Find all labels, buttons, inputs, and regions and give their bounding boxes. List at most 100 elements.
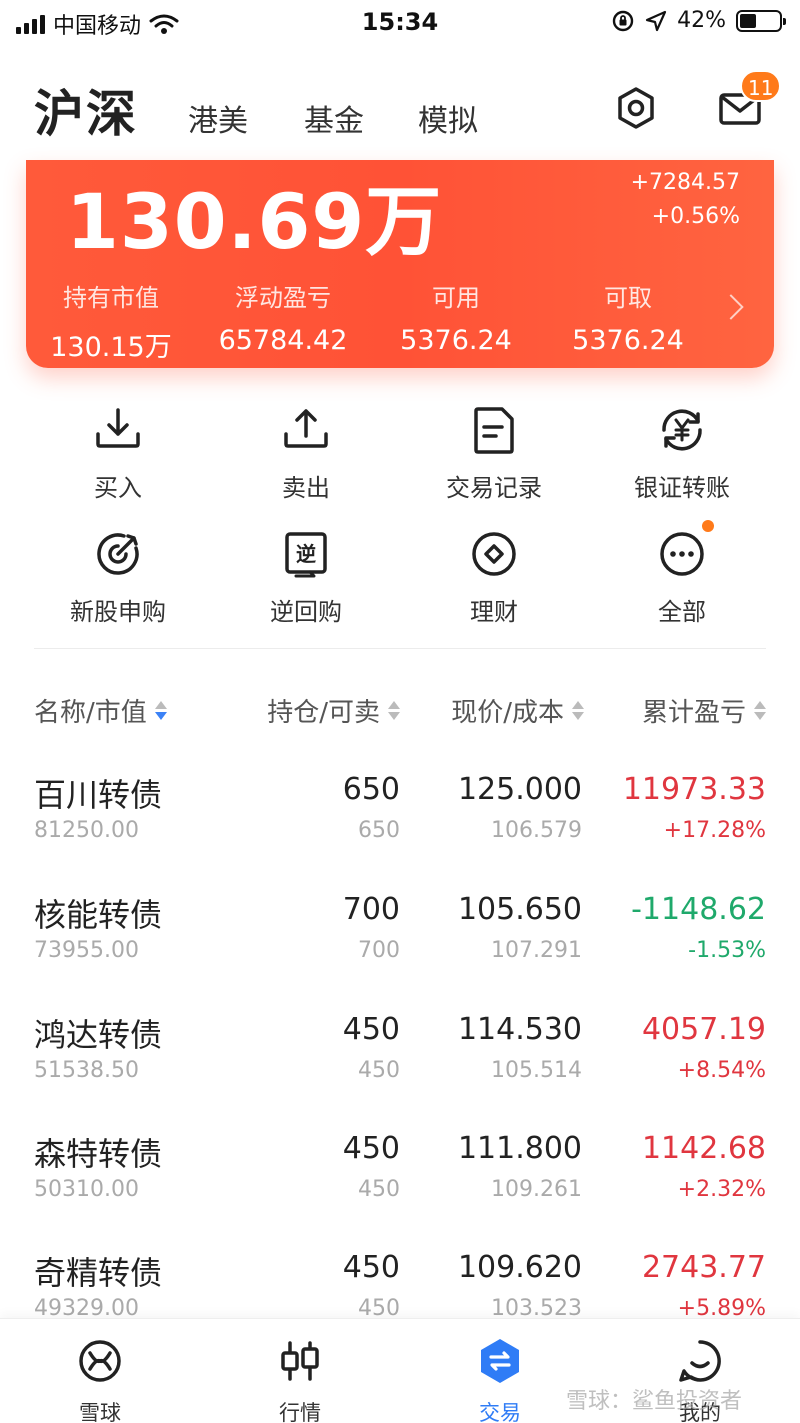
holding-sellable: 450 [358, 1058, 400, 1083]
action-reverse-repo[interactable]: 逆 逆回购 [212, 526, 400, 627]
chevron-right-icon[interactable] [718, 294, 744, 320]
today-pl-amount: +7284.57 [630, 170, 740, 195]
stat-available: 可用 5376.24 [371, 278, 541, 356]
stat-value: 130.15万 [50, 332, 172, 363]
top-header: 沪深 港美 基金 模拟 11 [0, 60, 800, 160]
holding-pl: -1148.62 [631, 892, 766, 927]
total-assets: 130.69万 [66, 177, 443, 266]
upload-tray-icon [284, 409, 328, 448]
column-header-position[interactable]: 持仓/可卖 [267, 692, 400, 729]
stat-floating-pl: 浮动盈亏 65784.42 [198, 278, 368, 356]
holding-price: 105.650 [457, 892, 582, 927]
column-header-label: 持仓/可卖 [267, 698, 380, 728]
action-ipo-subscription[interactable]: 新股申购 [24, 526, 212, 627]
location-arrow-icon [645, 10, 667, 31]
nav-snowball[interactable]: 雪球 [0, 1337, 200, 1423]
action-label: 理财 [470, 598, 518, 626]
more-dots-icon [660, 532, 704, 576]
snowball-icon [79, 1340, 121, 1382]
holding-cost: 105.514 [491, 1058, 582, 1083]
holding-price: 125.000 [457, 772, 582, 807]
column-header-label: 现价/成本 [451, 698, 564, 728]
notification-dot [702, 520, 714, 532]
action-label: 银证转账 [634, 474, 730, 502]
nav-label: 雪球 [79, 1401, 121, 1423]
holding-name: 森特转债 [34, 1135, 163, 1173]
holding-market-value: 81250.00 [34, 818, 139, 843]
stat-label: 浮动盈亏 [235, 284, 331, 312]
holding-name: 奇精转债 [34, 1254, 163, 1292]
action-label: 逆回购 [270, 598, 342, 626]
candlestick-icon [281, 1341, 319, 1381]
action-label: 新股申购 [70, 598, 166, 626]
stat-label: 持有市值 [63, 284, 159, 312]
table-row[interactable]: 百川转债 81250.00 650 650 125.000 106.579 11… [0, 770, 800, 888]
settings-hexagon-icon[interactable] [612, 84, 660, 132]
holding-position: 450 [342, 1131, 400, 1166]
sort-icon [154, 701, 167, 720]
holding-cost: 109.261 [491, 1177, 582, 1202]
action-label: 卖出 [282, 474, 330, 502]
tab-hushen[interactable]: 沪深 [34, 74, 138, 146]
action-buy[interactable]: 买入 [24, 402, 212, 503]
holding-pl-percent: -1.53% [688, 938, 766, 963]
holding-position: 450 [342, 1250, 400, 1285]
stat-value: 5376.24 [400, 325, 512, 356]
holding-sellable: 700 [358, 938, 400, 963]
tab-jijin[interactable]: 基金 [304, 96, 364, 140]
holding-pl: 4057.19 [641, 1012, 766, 1047]
action-label: 全部 [658, 598, 706, 626]
holding-pl-percent: +2.32% [677, 1177, 766, 1202]
holding-market-value: 50310.00 [34, 1177, 139, 1202]
tab-gangmei[interactable]: 港美 [188, 96, 248, 140]
action-label: 买入 [94, 474, 142, 502]
action-label: 交易记录 [446, 474, 542, 502]
holding-market-value: 51538.50 [34, 1058, 139, 1083]
holding-price: 114.530 [457, 1012, 582, 1047]
orientation-lock-icon [612, 10, 634, 31]
stat-holding-value: 持有市值 130.15万 [26, 278, 196, 364]
column-header-name[interactable]: 名称/市值 [34, 692, 167, 729]
mail-badge: 11 [740, 70, 782, 102]
action-all[interactable]: 全部 [588, 526, 776, 627]
holding-price: 111.800 [457, 1131, 582, 1166]
table-row[interactable]: 核能转债 73955.00 700 700 105.650 107.291 -1… [0, 890, 800, 1008]
action-bank-transfer[interactable]: 银证转账 [588, 402, 776, 503]
status-right: 42% [611, 8, 786, 33]
holding-cost: 106.579 [491, 818, 582, 843]
sort-icon [388, 701, 400, 720]
table-row[interactable]: 森特转债 50310.00 450 450 111.800 109.261 11… [0, 1129, 800, 1247]
holding-position: 650 [342, 772, 400, 807]
asset-card[interactable]: 130.69万 +7284.57 +0.56% 持有市值 130.15万 浮动盈… [26, 160, 774, 368]
battery-icon [736, 9, 786, 32]
holding-pl-percent: +17.28% [663, 818, 766, 843]
yen-transfer-icon [662, 409, 702, 451]
status-bar: 中国移动 15:34 42% [0, 0, 800, 50]
table-row[interactable]: 鸿达转债 51538.50 450 450 114.530 105.514 40… [0, 1010, 800, 1128]
profile-bubble-icon [679, 1340, 721, 1382]
holding-sellable: 450 [358, 1177, 400, 1202]
section-divider [34, 648, 766, 649]
stat-label: 可取 [604, 284, 652, 312]
action-wealth-management[interactable]: 理财 [400, 526, 588, 627]
nav-market[interactable]: 行情 [200, 1337, 400, 1423]
sort-icon [572, 701, 584, 720]
sort-icon [754, 701, 766, 720]
action-trade-records[interactable]: 交易记录 [400, 402, 588, 503]
stat-label: 可用 [432, 284, 480, 312]
column-header-price[interactable]: 现价/成本 [451, 692, 584, 729]
column-header-pl[interactable]: 累计盈亏 [642, 692, 766, 729]
svg-text:逆: 逆 [296, 542, 316, 566]
column-header-label: 累计盈亏 [641, 698, 746, 728]
nav-label: 行情 [279, 1401, 321, 1423]
battery-percent: 42% [677, 8, 726, 33]
trade-hexagon-icon [481, 1339, 519, 1383]
holding-sellable: 650 [358, 818, 400, 843]
holding-position: 450 [342, 1012, 400, 1047]
watermark: 雪球：鲨鱼投资者 [566, 1389, 743, 1414]
tab-moni[interactable]: 模拟 [418, 96, 478, 140]
bottom-nav: 雪球 行情 交易 我的 雪球：鲨鱼投资者 [0, 1318, 800, 1423]
holding-cost: 107.291 [491, 938, 582, 963]
stat-value: 5376.24 [572, 325, 684, 356]
action-sell[interactable]: 卖出 [212, 402, 400, 503]
